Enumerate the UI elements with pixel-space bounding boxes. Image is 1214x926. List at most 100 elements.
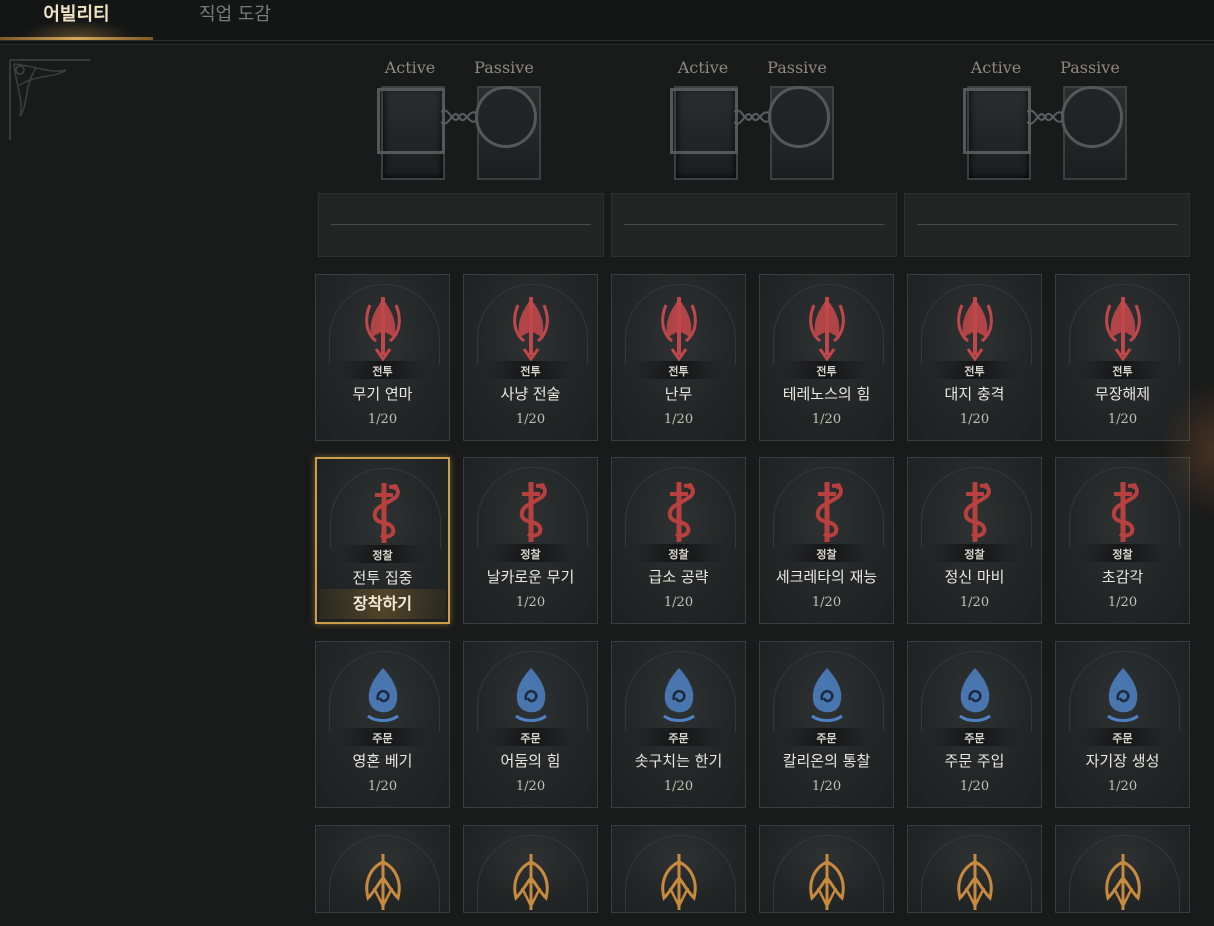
ability-card[interactable] xyxy=(759,825,894,913)
ability-name: 전투 집중 xyxy=(352,569,413,587)
ability-name: 정신 마비 xyxy=(944,568,1005,586)
skill-loadout: Active Passive xyxy=(375,58,545,183)
ability-card[interactable]: 전투 대지 충격 1/20 xyxy=(907,274,1042,441)
ability-name: 주문 주입 xyxy=(944,752,1005,770)
ability-category: 정찰 xyxy=(1112,548,1133,561)
gold-winged-emblem-icon xyxy=(513,854,549,910)
active-skill-slot[interactable] xyxy=(377,86,445,180)
tab-abilities[interactable]: 어빌리티 xyxy=(0,0,153,40)
ability-card[interactable]: 정찰 전투 집중 장착하기 xyxy=(315,457,450,624)
active-slot-label: Active xyxy=(677,58,729,77)
ability-category: 전투 xyxy=(1112,365,1133,378)
ability-level: 1/20 xyxy=(811,779,842,794)
red-trident-icon xyxy=(957,297,993,362)
ability-name: 솟구치는 한기 xyxy=(634,752,723,770)
ability-card[interactable] xyxy=(1055,825,1190,913)
red-dagger-serpent-icon xyxy=(372,483,400,543)
ability-name: 테레노스의 힘 xyxy=(782,385,871,403)
edge-glow xyxy=(1160,380,1214,520)
ability-level: 1/20 xyxy=(811,412,842,427)
ability-card[interactable]: 주문 어둠의 힘 1/20 xyxy=(463,641,598,808)
gold-winged-emblem-icon xyxy=(957,854,993,910)
passive-slot-label: Passive xyxy=(474,58,534,77)
ability-category: 정찰 xyxy=(816,548,837,561)
ability-category: 주문 xyxy=(668,732,689,745)
red-trident-icon xyxy=(809,297,845,362)
gold-winged-emblem-icon xyxy=(365,854,401,910)
ability-name: 난무 xyxy=(664,385,693,403)
ability-card[interactable]: 주문 칼리온의 통찰 1/20 xyxy=(759,641,894,808)
ability-name: 급소 공략 xyxy=(648,568,709,586)
ability-card[interactable]: 전투 테레노스의 힘 1/20 xyxy=(759,274,894,441)
red-dagger-serpent-icon xyxy=(519,482,547,542)
skill-loadout: Active Passive xyxy=(668,58,838,183)
passive-slot-ring xyxy=(1061,86,1123,148)
ability-card[interactable]: 전투 무기 연마 1/20 xyxy=(315,274,450,441)
blue-flame-swirl-icon xyxy=(663,668,695,722)
ability-name: 어둠의 힘 xyxy=(500,752,561,770)
ability-category: 주문 xyxy=(1112,732,1133,745)
red-dagger-serpent-icon xyxy=(815,482,843,542)
ability-level: 1/20 xyxy=(663,779,694,794)
chain-link-icon xyxy=(1027,109,1063,125)
passive-slot-label: Passive xyxy=(1060,58,1120,77)
ability-category: 전투 xyxy=(964,365,985,378)
ability-level: 1/20 xyxy=(1107,595,1138,610)
ability-card[interactable]: 주문 자기장 생성 1/20 xyxy=(1055,641,1190,808)
name-line xyxy=(624,224,884,225)
ability-card[interactable] xyxy=(907,825,1042,913)
ability-card[interactable] xyxy=(611,825,746,913)
active-slot-label: Active xyxy=(970,58,1022,77)
chain-link-icon xyxy=(734,109,770,125)
active-skill-slot[interactable] xyxy=(670,86,738,180)
ability-card[interactable]: 정찰 급소 공략 1/20 xyxy=(611,457,746,624)
ability-category: 주문 xyxy=(816,732,837,745)
ability-card[interactable]: 주문 솟구치는 한기 1/20 xyxy=(611,641,746,808)
active-skill-slot[interactable] xyxy=(963,86,1031,180)
loadout-name-box[interactable] xyxy=(904,193,1190,257)
tab-class-codex[interactable]: 직업 도감 xyxy=(160,0,310,40)
ability-category: 전투 xyxy=(520,365,541,378)
red-trident-icon xyxy=(513,297,549,362)
passive-slot-label: Passive xyxy=(767,58,827,77)
ability-name: 세크레타의 재능 xyxy=(775,568,878,586)
ability-level: 1/20 xyxy=(959,412,990,427)
ability-category: 전투 xyxy=(816,365,837,378)
ability-card[interactable]: 주문 주문 주입 1/20 xyxy=(907,641,1042,808)
ability-level: 1/20 xyxy=(811,595,842,610)
ability-level: 1/20 xyxy=(959,595,990,610)
ability-category: 전투 xyxy=(668,365,689,378)
ability-name: 날카로운 무기 xyxy=(486,568,575,586)
ability-card[interactable] xyxy=(315,825,450,913)
blue-flame-swirl-icon xyxy=(1107,668,1139,722)
ability-level: 1/20 xyxy=(515,779,546,794)
equip-button[interactable]: 장착하기 xyxy=(319,589,446,619)
ability-card[interactable]: 정찰 세크레타의 재능 1/20 xyxy=(759,457,894,624)
gold-winged-emblem-icon xyxy=(809,854,845,910)
ability-name: 사냥 전술 xyxy=(500,385,561,403)
blue-flame-swirl-icon xyxy=(367,668,399,722)
ability-name: 대지 충격 xyxy=(944,385,1005,403)
gold-winged-emblem-icon xyxy=(1105,854,1141,910)
ability-card[interactable]: 전투 난무 1/20 xyxy=(611,274,746,441)
gold-winged-emblem-icon xyxy=(661,854,697,910)
ability-card[interactable]: 정찰 정신 마비 1/20 xyxy=(907,457,1042,624)
ability-level: 1/20 xyxy=(663,595,694,610)
ability-category: 주문 xyxy=(520,732,541,745)
slot-frame xyxy=(670,88,738,154)
ability-level: 1/20 xyxy=(959,779,990,794)
ability-name: 칼리온의 통찰 xyxy=(782,752,871,770)
ability-card[interactable]: 전투 사냥 전술 1/20 xyxy=(463,274,598,441)
ability-card[interactable]: 주문 영혼 베기 1/20 xyxy=(315,641,450,808)
ability-card[interactable] xyxy=(463,825,598,913)
loadout-name-box[interactable] xyxy=(611,193,897,257)
ability-card[interactable]: 정찰 날카로운 무기 1/20 xyxy=(463,457,598,624)
ability-name: 무기 연마 xyxy=(352,385,413,403)
red-dagger-serpent-icon xyxy=(1111,482,1139,542)
red-trident-icon xyxy=(661,297,697,362)
divider xyxy=(0,40,1214,41)
loadout-name-box[interactable] xyxy=(318,193,604,257)
red-trident-icon xyxy=(1105,297,1141,362)
name-line xyxy=(331,224,591,225)
slot-frame xyxy=(377,88,445,154)
